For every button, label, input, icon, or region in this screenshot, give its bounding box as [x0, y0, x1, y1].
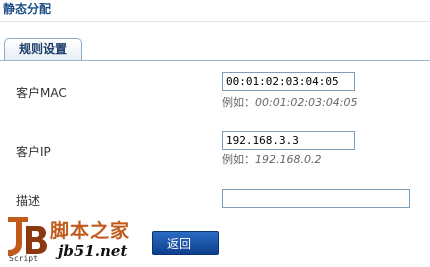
mac-example: 例如：00:01:02:03:04:05 — [222, 94, 358, 110]
page-title: 静态分配 — [3, 2, 52, 16]
watermark-script-label: Script — [9, 254, 38, 263]
ip-example: 例如：192.168.0.2 — [222, 151, 321, 167]
desc-label: 描述 — [16, 194, 41, 208]
desc-input[interactable] — [222, 189, 410, 208]
mac-input[interactable] — [222, 72, 355, 91]
mac-example-prefix: 例如： — [222, 96, 255, 109]
watermark: 脚本之家 jb51.net Script — [4, 214, 154, 266]
tab-strip: 规则设置 — [0, 36, 430, 61]
ip-example-value: 192.168.0.2 — [255, 153, 322, 166]
mac-example-value: 00:01:02:03:04:05 — [255, 96, 358, 109]
watermark-brand: 脚本之家 — [50, 220, 131, 242]
tab-rule-settings[interactable]: 规则设置 — [4, 38, 82, 60]
title-divider — [0, 21, 430, 22]
ip-input[interactable] — [222, 131, 355, 150]
ip-example-prefix: 例如： — [222, 153, 255, 166]
back-button[interactable]: 返回 — [152, 231, 219, 255]
watermark-url: jb51.net — [58, 242, 128, 260]
ip-label: 客户IP — [16, 145, 51, 159]
mac-label: 客户MAC — [16, 86, 67, 100]
